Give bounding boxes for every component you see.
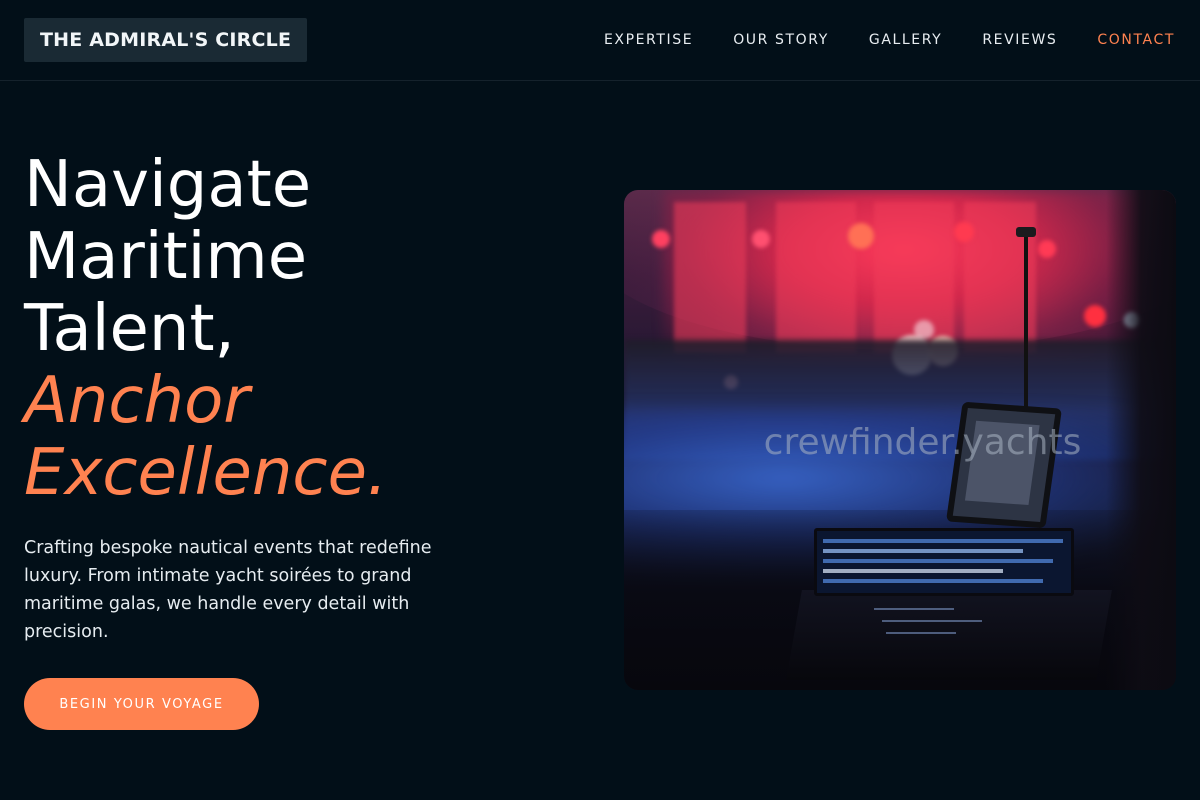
bokeh-light (954, 222, 974, 242)
headline-line: Navigate (24, 148, 312, 222)
bokeh-light (1038, 240, 1056, 258)
keyboard-light (886, 632, 956, 634)
main-nav: EXPERTISE OUR STORY GALLERY REVIEWS CONT… (604, 31, 1175, 49)
site-header: THE ADMIRAL'S CIRCLE EXPERTISE OUR STORY… (0, 0, 1200, 81)
hero-description: Crafting bespoke nautical events that re… (24, 538, 432, 642)
hero-image: crewfinder.yachts (624, 190, 1176, 690)
headline-line: Maritime (24, 220, 308, 294)
bokeh-light (848, 223, 874, 249)
keyboard-light (874, 608, 954, 610)
nav-link-gallery[interactable]: GALLERY (869, 31, 942, 49)
hero-headline: Navigate Maritime Talent, Anchor Excelle… (24, 149, 584, 509)
console-desk (786, 590, 1112, 680)
stage-panel (776, 202, 856, 352)
console-track (823, 569, 1003, 573)
nav-link-contact[interactable]: CONTACT (1097, 31, 1175, 49)
mixing-console-screen (814, 528, 1074, 596)
console-track (823, 559, 1053, 563)
headline-accent-line: Excellence. (24, 436, 388, 510)
nav-link-our-story[interactable]: OUR STORY (733, 31, 829, 49)
console-track (823, 549, 1023, 553)
brand-logo[interactable]: THE ADMIRAL'S CIRCLE (24, 18, 308, 62)
nav-link-expertise[interactable]: EXPERTISE (604, 31, 693, 49)
tablet-device (945, 401, 1063, 529)
bokeh-light (914, 320, 934, 340)
begin-voyage-button[interactable]: BEGIN YOUR VOYAGE (24, 678, 259, 730)
page: THE ADMIRAL'S CIRCLE EXPERTISE OUR STORY… (0, 0, 1200, 800)
headline-line: Talent, (24, 292, 235, 366)
console-track (823, 579, 1043, 583)
stage-panel (674, 202, 746, 352)
console-track (823, 539, 1063, 543)
headline-accent-line: Anchor (24, 364, 250, 438)
microphone (1016, 227, 1036, 237)
nav-link-reviews[interactable]: REVIEWS (982, 31, 1057, 49)
image-watermark: crewfinder.yachts (763, 422, 1082, 463)
keyboard-light (882, 620, 982, 622)
bokeh-light (1084, 305, 1106, 327)
bokeh-light (752, 230, 770, 248)
bokeh-light (652, 230, 670, 248)
